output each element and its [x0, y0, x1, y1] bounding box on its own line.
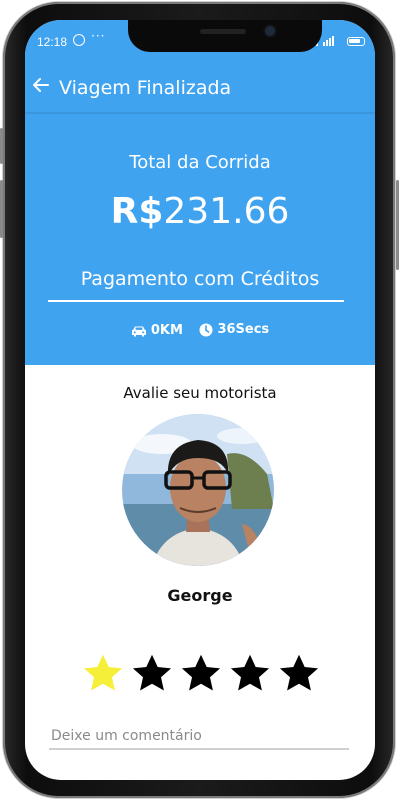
driver-name: George — [167, 586, 233, 605]
app-bar: Viagem Finalizada — [25, 66, 375, 114]
star-rating[interactable] — [81, 652, 321, 702]
star-icon-4[interactable] — [228, 652, 272, 696]
distance-value: 0KM — [150, 323, 183, 338]
payment-divider — [48, 300, 344, 302]
app-screen: 12:18 ··· Viagem Finalizada Total da Cor… — [25, 20, 375, 780]
phone-frame: 12:18 ··· Viagem Finalizada Total da Cor… — [0, 0, 400, 802]
total-label: Total da Corrida — [129, 152, 271, 173]
star-icon-5[interactable] — [277, 652, 321, 696]
star-icon-1[interactable] — [81, 652, 125, 696]
payment-method: Pagamento com Créditos — [80, 268, 320, 290]
duration-value: 36Secs — [217, 322, 270, 337]
phone-volume-button — [0, 180, 3, 238]
star-icon-3[interactable] — [179, 652, 223, 696]
comment-input[interactable] — [49, 724, 349, 750]
duration-stat: 36Secs — [199, 322, 269, 337]
phone-side-button — [0, 128, 3, 164]
page-title: Viagem Finalizada — [59, 77, 232, 99]
front-camera — [265, 26, 275, 36]
trip-stats: 0KM 36Secs — [25, 322, 375, 341]
back-arrow-icon[interactable] — [31, 75, 51, 95]
total-amount-value: 231.66 — [163, 191, 290, 232]
speaker-grille — [200, 29, 246, 34]
more-notifications-icon: ··· — [91, 29, 106, 43]
star-icon-2[interactable] — [130, 652, 174, 696]
trip-summary-panel: 12:18 ··· Viagem Finalizada Total da Cor… — [25, 20, 375, 365]
battery-icon — [347, 37, 365, 46]
total-amount: R$231.66 — [25, 191, 375, 232]
rate-driver-prompt: Avalie seu motorista — [123, 384, 277, 402]
phone-notch — [128, 20, 322, 52]
status-time: 12:18 — [37, 35, 68, 49]
currency-symbol: R$ — [110, 191, 164, 232]
car-icon — [131, 326, 146, 336]
distance-stat: 0KM — [131, 323, 183, 338]
phone-power-button — [396, 180, 399, 270]
clock-icon — [199, 323, 213, 336]
driver-avatar — [122, 414, 274, 566]
whatsapp-icon — [73, 34, 85, 46]
